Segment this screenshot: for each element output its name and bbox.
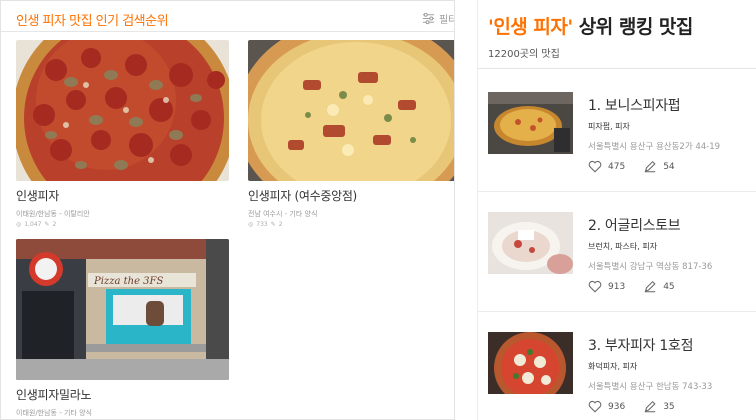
review-count: 2 [278, 221, 283, 228]
divider [478, 68, 756, 69]
review-count: 54 [663, 161, 675, 172]
filter-icon [422, 12, 435, 25]
storefront-sign: Pizza the 3FS [93, 276, 163, 287]
restaurant-location: 이태원/한남동 - 이탈리안 [16, 210, 90, 218]
restaurant-category: 브런치, 파스타, 피자 [588, 242, 658, 251]
restaurant-meta: 475 54 [588, 160, 675, 173]
filter-label: 필터 [439, 15, 454, 26]
restaurant-address: 서울특별시 용산구 한남동 743-33 [588, 382, 713, 392]
pencil-icon: ✎ [44, 221, 50, 228]
restaurant-category: 피자펍, 피자 [588, 122, 630, 131]
restaurant-location: 이태원/한남동 - 기타 양식 [16, 409, 92, 417]
restaurant-title[interactable]: 3. 부자피자 1호점 [588, 335, 693, 355]
heart-icon[interactable] [588, 160, 602, 173]
restaurant-title[interactable]: 2. 어글리스토브 [588, 215, 681, 235]
restaurant-category: 화덕피자, 피자 [588, 362, 638, 371]
top-ranking-panel: '인생 피자' 상위 랭킹 맛집 12200곳의 맛집 1. 보니스피자펍 피자… [477, 0, 756, 420]
eye-icon: ◎ [16, 221, 22, 228]
heart-icon[interactable] [588, 280, 602, 293]
pencil-icon: ✎ [270, 221, 276, 228]
review-count: 45 [663, 281, 675, 292]
restaurant-thumbnail[interactable] [488, 212, 573, 274]
restaurant-meta: 913 45 [588, 280, 675, 293]
like-count: 936 [608, 401, 626, 412]
popular-search-panel: 인생 피자 맛집 인기 검색순위 필터 [0, 0, 455, 420]
review-count: 2 [52, 221, 57, 228]
restaurant-card[interactable]: 인생피자 이태원/한남동 - 이탈리안 ◎ 1,047 ✎ 2 [16, 40, 229, 228]
search-keyword: '인생 피자' [488, 16, 573, 38]
restaurant-meta: 936 35 [588, 400, 675, 413]
result-count: 12200곳의 맛집 [488, 49, 560, 60]
restaurant-stats: ◎ 1,047 ✎ 2 [16, 221, 229, 228]
restaurant-photo[interactable] [248, 40, 454, 181]
like-count: 913 [608, 281, 626, 292]
ranking-item[interactable]: 3. 부자피자 1호점 화덕피자, 피자 서울특별시 용산구 한남동 743-3… [478, 312, 756, 420]
restaurant-address: 서울특별시 강남구 역삼동 817-36 [588, 262, 713, 272]
ranking-item[interactable]: 2. 어글리스토브 브런치, 파스타, 피자 서울특별시 강남구 역삼동 817… [478, 192, 756, 312]
view-count: 1,047 [24, 221, 42, 228]
view-count: 733 [256, 221, 268, 228]
pencil-icon [644, 400, 656, 413]
restaurant-card[interactable]: Pizza the 3FS 인생피자밀라노 이태원/한남동 - 기타 양식 [16, 239, 229, 418]
restaurant-photo[interactable]: Pizza the 3FS [16, 239, 229, 380]
title-rest: 상위 랭킹 맛집 [572, 16, 694, 38]
restaurant-stats: ◎ 733 ✎ 2 [248, 221, 454, 228]
restaurant-card[interactable]: 인생피자 (여수중앙점) 전남 여수시 - 기타 양식 ◎ 733 ✎ 2 [248, 40, 454, 228]
restaurant-photo[interactable] [16, 40, 229, 181]
panel-title: '인생 피자' 상위 랭킹 맛집 [488, 12, 693, 39]
pencil-icon [644, 280, 656, 293]
restaurant-name[interactable]: 인생피자 (여수중앙점) [248, 187, 454, 204]
restaurant-location: 전남 여수시 - 기타 양식 [248, 210, 318, 218]
restaurant-title[interactable]: 1. 보니스피자펍 [588, 95, 681, 115]
pencil-icon [644, 160, 656, 173]
restaurant-name[interactable]: 인생피자 [16, 187, 229, 204]
panel-title: 인생 피자 맛집 인기 검색순위 [16, 14, 169, 29]
restaurant-address: 서울특별시 용산구 용산동2가 44-19 [588, 142, 721, 152]
restaurant-name[interactable]: 인생피자밀라노 [16, 386, 229, 403]
heart-icon[interactable] [588, 400, 602, 413]
restaurant-thumbnail[interactable] [488, 92, 573, 154]
eye-icon: ◎ [248, 221, 254, 228]
review-count: 35 [663, 401, 675, 412]
restaurant-thumbnail[interactable] [488, 332, 573, 394]
divider [1, 31, 454, 32]
filter-button[interactable]: 필터 [422, 11, 454, 26]
ranking-item[interactable]: 1. 보니스피자펍 피자펍, 피자 서울특별시 용산구 용산동2가 44-19 … [478, 72, 756, 192]
like-count: 475 [608, 161, 626, 172]
